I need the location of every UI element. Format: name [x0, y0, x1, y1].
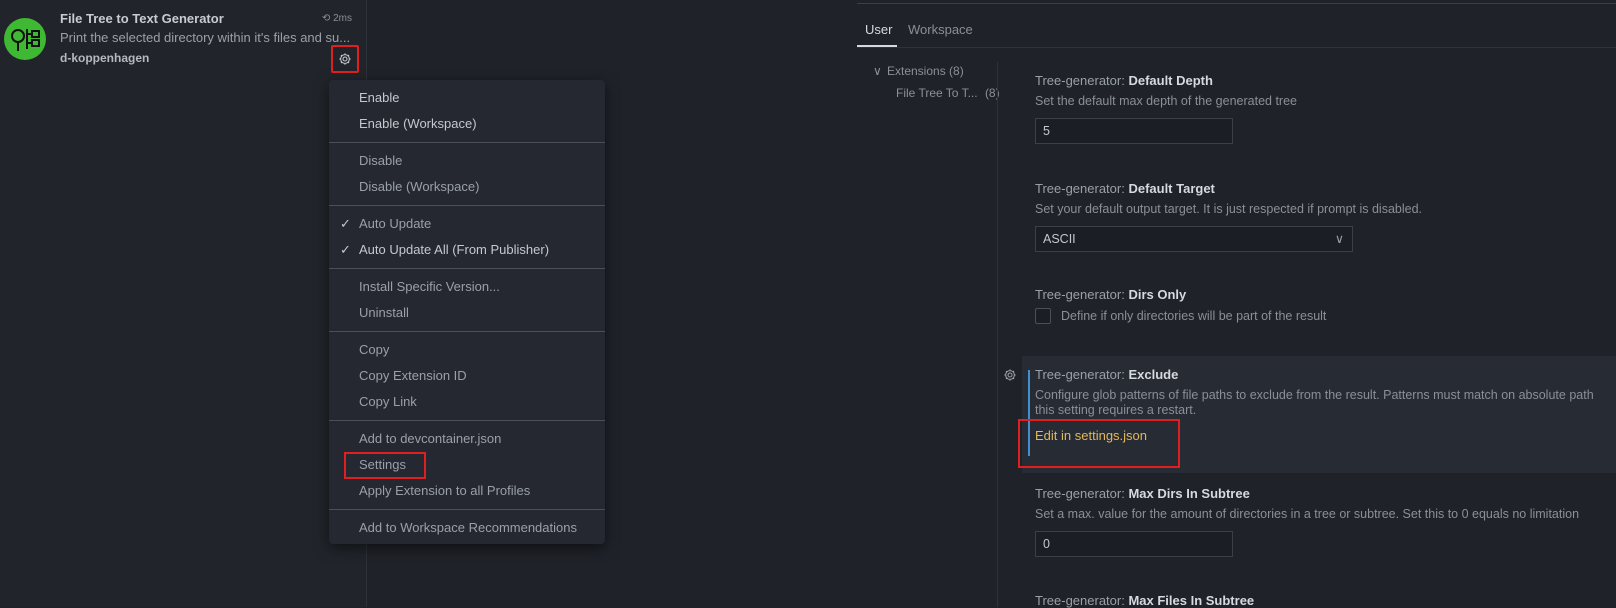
setting-description: Set the default max depth of the generat…: [1035, 94, 1297, 108]
tab-user[interactable]: User: [865, 22, 892, 37]
setting-default-target: Tree-generator: Default Target Set your …: [1035, 181, 1422, 252]
setting-description: Configure glob patterns of file paths to…: [1035, 388, 1594, 402]
extension-publisher[interactable]: d-koppenhagen: [60, 51, 149, 65]
select-value: ASCII: [1043, 232, 1076, 246]
extension-logo-icon: [4, 18, 46, 60]
default-target-select[interactable]: ASCII ∨: [1035, 226, 1353, 252]
menu-item-auto-update-all-from-publisher[interactable]: ✓ Auto Update All (From Publisher): [329, 237, 605, 263]
toc-divider: [997, 62, 998, 607]
toc-file-tree-label: File Tree To T...: [896, 86, 978, 100]
menu-item-label: Copy: [359, 342, 390, 357]
history-icon: ⟲: [321, 13, 331, 24]
menu-item-disable-workspace[interactable]: Disable (Workspace): [329, 174, 605, 200]
menu-item-apply-extension-to-all-profiles[interactable]: Apply Extension to all Profiles: [329, 478, 605, 504]
activation-time-label: 2ms: [333, 13, 352, 24]
default-depth-input[interactable]: 5: [1035, 118, 1233, 144]
setting-prefix: Tree-generator:: [1035, 367, 1129, 382]
extension-activation-time: ⟲ 2ms: [322, 13, 352, 24]
setting-name: Max Dirs In Subtree: [1128, 486, 1250, 501]
menu-item-label: Copy Extension ID: [359, 368, 467, 383]
menu-item-label: Auto Update: [359, 216, 432, 231]
menu-item-label: Uninstall: [359, 305, 409, 320]
extensions-sidebar: File Tree to Text Generator ⟲ 2ms Print …: [0, 0, 367, 607]
setting-prefix: Tree-generator:: [1035, 287, 1129, 302]
setting-default-depth: Tree-generator: Default Depth Set the de…: [1035, 73, 1297, 144]
setting-prefix: Tree-generator:: [1035, 593, 1129, 608]
setting-max-dirs: Tree-generator: Max Dirs In Subtree Set …: [1035, 486, 1579, 557]
setting-name: Exclude: [1128, 367, 1179, 382]
setting-description: Set your default output target. It is ju…: [1035, 202, 1423, 216]
setting-gear-icon[interactable]: [1003, 368, 1017, 385]
extension-description: Print the selected directory within it's…: [60, 30, 351, 45]
menu-separator: [329, 268, 605, 269]
menu-item-label: Auto Update All (From Publisher): [359, 242, 550, 257]
setting-prefix: Tree-generator:: [1035, 486, 1129, 501]
tabs-divider: [857, 47, 1616, 48]
menu-item-label: Add to Workspace Recommendations: [359, 520, 577, 535]
toc-extensions[interactable]: ∨ Extensions (8): [873, 64, 964, 78]
highlight-box: [1018, 419, 1180, 468]
tab-workspace[interactable]: Workspace: [908, 22, 973, 37]
menu-item-add-to-workspace-recommendations[interactable]: Add to Workspace Recommendations: [329, 515, 605, 541]
setting-title: Tree-generator: Default Target: [1035, 181, 1422, 196]
menu-item-label: Enable: [359, 90, 400, 105]
menu-item-label: Disable: [359, 153, 403, 168]
menu-item-label: Apply Extension to all Profiles: [359, 483, 531, 498]
gear-icon: [339, 53, 351, 65]
menu-item-uninstall[interactable]: Uninstall: [329, 300, 605, 326]
setting-name: Default Depth: [1128, 73, 1213, 88]
chevron-down-icon: ∨: [873, 64, 882, 78]
setting-title: Tree-generator: Dirs Only: [1035, 287, 1326, 302]
chevron-down-icon: ∨: [1334, 232, 1344, 246]
menu-separator: [329, 420, 605, 421]
setting-description: Set a max. value for the amount of direc…: [1035, 507, 1580, 521]
setting-title: Tree-generator: Max Dirs In Subtree: [1035, 486, 1579, 501]
toc-extensions-label: Extensions (8): [887, 64, 964, 78]
menu-separator: [329, 331, 605, 332]
menu-item-add-to-devcontainer-json[interactable]: Add to devcontainer.json: [329, 426, 605, 452]
max-dirs-input[interactable]: 0: [1035, 531, 1233, 557]
menu-item-enable-workspace[interactable]: Enable (Workspace): [329, 111, 605, 137]
menu-item-copy-link[interactable]: Copy Link: [329, 389, 605, 415]
setting-name: Default Target: [1128, 181, 1215, 196]
menu-separator: [329, 142, 605, 143]
setting-name: Dirs Only: [1128, 287, 1187, 302]
toc-file-tree[interactable]: File Tree To T... (8): [896, 86, 1000, 100]
menu-separator: [329, 509, 605, 510]
extension-title: File Tree to Text Generator: [60, 11, 224, 26]
menu-item-label: Disable (Workspace): [359, 179, 480, 194]
menu-item-label: Copy Link: [359, 394, 417, 409]
setting-title: Tree-generator: Exclude: [1035, 367, 1594, 382]
setting-prefix: Tree-generator:: [1035, 181, 1129, 196]
setting-description-line2: this setting requires a restart.: [1035, 403, 1197, 417]
check-icon: ✓: [340, 216, 351, 231]
setting-prefix: Tree-generator:: [1035, 73, 1129, 88]
manage-extension-button[interactable]: [331, 45, 359, 73]
menu-item-label: Add to devcontainer.json: [359, 431, 502, 446]
menu-item-copy-extension-id[interactable]: Copy Extension ID: [329, 363, 605, 389]
setting-dirs-only: Tree-generator: Dirs Only Define if only…: [1035, 287, 1326, 324]
menu-item-enable[interactable]: Enable: [329, 85, 605, 111]
setting-description: Define if only directories will be part …: [1061, 309, 1327, 323]
menu-item-disable[interactable]: Disable: [329, 148, 605, 174]
menu-separator: [329, 205, 605, 206]
menu-item-auto-update[interactable]: ✓ Auto Update: [329, 211, 605, 237]
check-icon: ✓: [340, 242, 351, 257]
menu-item-label: Enable (Workspace): [359, 116, 477, 131]
search-box-edge: [857, 0, 1616, 4]
setting-title: Tree-generator: Default Depth: [1035, 73, 1297, 88]
setting-name: Max Files In Subtree: [1128, 593, 1255, 608]
dirs-only-checkbox[interactable]: [1035, 308, 1051, 324]
highlight-box: [344, 452, 426, 479]
setting-title: Tree-generator: Max Files In Subtree: [1035, 593, 1254, 608]
menu-item-install-specific-version[interactable]: Install Specific Version...: [329, 274, 605, 300]
setting-max-files: Tree-generator: Max Files In Subtree: [1035, 593, 1254, 608]
dirs-only-row: Define if only directories will be part …: [1035, 308, 1326, 324]
menu-item-copy[interactable]: Copy: [329, 337, 605, 363]
menu-item-label: Install Specific Version...: [359, 279, 500, 294]
